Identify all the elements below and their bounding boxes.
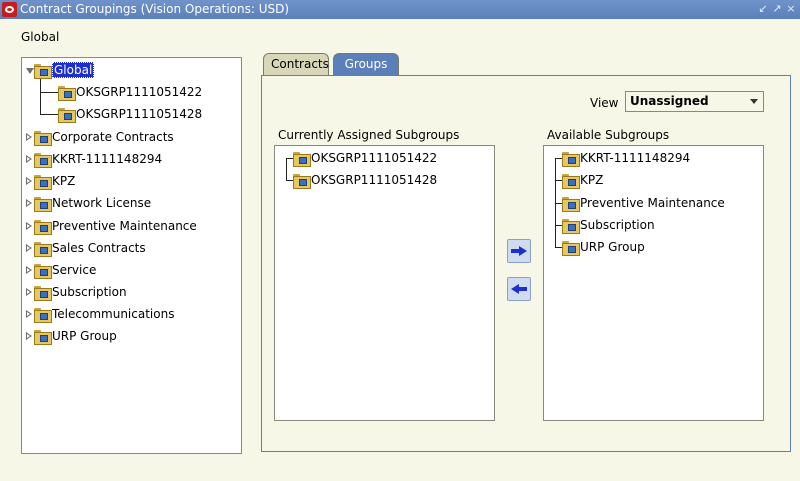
view-selected-value: Unassigned	[630, 94, 709, 108]
folder-group-icon	[58, 85, 76, 101]
tree-node[interactable]: Telecommunications	[26, 304, 174, 324]
oracle-app-icon	[2, 2, 17, 17]
tree-connector	[40, 77, 41, 114]
move-right-button[interactable]	[507, 239, 531, 263]
list-item-label: URP Group	[580, 240, 645, 254]
list-item-label: Preventive Maintenance	[580, 196, 725, 210]
window-title: Contract Groupings (Vision Operations: U…	[20, 2, 290, 16]
maximize-icon[interactable]: ↗	[771, 2, 783, 16]
list-item-label: OKSGRP1111051422	[311, 151, 438, 165]
folder-group-icon	[562, 218, 580, 234]
expand-arrow-icon[interactable]	[26, 331, 33, 341]
expand-arrow-icon[interactable]	[26, 287, 33, 297]
list-item[interactable]: Subscription	[562, 215, 655, 235]
list-item[interactable]: Preventive Maintenance	[562, 193, 725, 213]
tree-node-label: KPZ	[52, 174, 76, 188]
available-subgroups-label: Available Subgroups	[547, 128, 670, 142]
list-item-label: KPZ	[580, 173, 604, 187]
window-title-bar: Contract Groupings (Vision Operations: U…	[0, 0, 800, 19]
tree-node-child[interactable]: OKSGRP1111051428	[58, 104, 202, 124]
tree-node-label: Subscription	[52, 285, 127, 299]
folder-group-icon	[34, 263, 52, 279]
collapse-arrow-icon[interactable]	[26, 66, 34, 75]
tree-node[interactable]: Corporate Contracts	[26, 127, 174, 147]
list-item-label: Subscription	[580, 218, 655, 232]
folder-group-icon	[34, 130, 52, 146]
folder-group-icon	[293, 151, 311, 167]
breadcrumb: Global	[21, 30, 60, 44]
expand-arrow-icon[interactable]	[26, 309, 33, 319]
list-item-label: OKSGRP1111051428	[311, 173, 438, 187]
list-item[interactable]: KPZ	[562, 170, 603, 190]
move-left-button[interactable]	[507, 277, 531, 301]
tree-node[interactable]: KKRT-1111148294	[26, 149, 162, 169]
tree-node[interactable]: Sales Contracts	[26, 238, 146, 258]
tree-node[interactable]: Service	[26, 260, 96, 280]
tree-node[interactable]: Network License	[26, 193, 151, 213]
available-subgroups-list[interactable]: KKRT-1111148294 KPZ Preventive Maintenan…	[543, 145, 764, 421]
folder-group-icon	[34, 174, 52, 190]
list-item[interactable]: OKSGRP1111051422	[293, 148, 437, 168]
tree-node-global[interactable]: Global	[26, 60, 95, 80]
folder-group-icon	[562, 240, 580, 256]
folder-group-icon	[58, 107, 76, 123]
list-item-label: KKRT-1111148294	[580, 151, 691, 165]
folder-group-icon	[562, 196, 580, 212]
folder-group-icon	[562, 173, 580, 189]
expand-arrow-icon[interactable]	[26, 265, 33, 275]
assigned-subgroups-list[interactable]: OKSGRP1111051422 OKSGRP1111051428	[274, 145, 495, 421]
expand-arrow-icon[interactable]	[26, 176, 33, 186]
tree-node-label: Telecommunications	[52, 307, 175, 321]
folder-group-icon	[34, 285, 52, 301]
folder-group-icon	[293, 173, 311, 189]
close-icon[interactable]: ×	[785, 2, 797, 16]
minimize-icon[interactable]: ↙	[757, 2, 769, 16]
list-item[interactable]: OKSGRP1111051428	[293, 170, 437, 190]
tree-node-label: Sales Contracts	[52, 241, 146, 255]
expand-arrow-icon[interactable]	[26, 243, 33, 253]
folder-group-icon	[34, 152, 52, 168]
expand-arrow-icon[interactable]	[26, 154, 33, 164]
group-tree-panel[interactable]: Global OKSGRP1111051422 OKSGRP1111051428…	[21, 57, 242, 454]
expand-arrow-icon[interactable]	[26, 132, 33, 142]
folder-group-icon	[562, 151, 580, 167]
arrow-right-icon	[511, 246, 527, 256]
tree-node-label: Corporate Contracts	[52, 130, 174, 144]
tree-node[interactable]: URP Group	[26, 326, 117, 346]
view-select[interactable]: Unassigned	[625, 91, 764, 112]
folder-group-icon	[34, 241, 52, 257]
list-item[interactable]: KKRT-1111148294	[562, 148, 690, 168]
tree-connector	[40, 92, 58, 93]
tree-node-label: OKSGRP1111051422	[76, 85, 203, 99]
expand-arrow-icon[interactable]	[26, 221, 33, 231]
tree-node-label: KKRT-1111148294	[52, 152, 163, 166]
tab-contracts[interactable]: Contracts	[263, 53, 329, 75]
folder-group-icon	[34, 63, 52, 79]
expand-arrow-icon[interactable]	[26, 198, 33, 208]
tab-groups[interactable]: Groups	[333, 53, 399, 75]
list-item[interactable]: URP Group	[562, 237, 645, 257]
tree-node-label: Global	[52, 62, 95, 78]
tree-node[interactable]: Preventive Maintenance	[26, 216, 197, 236]
assigned-subgroups-label: Currently Assigned Subgroups	[278, 128, 460, 142]
arrow-left-icon	[511, 284, 527, 294]
tree-connector	[40, 114, 58, 115]
tree-connector	[286, 158, 287, 180]
chevron-down-icon	[750, 99, 758, 104]
folder-group-icon	[34, 329, 52, 345]
tree-node[interactable]: Subscription	[26, 282, 127, 302]
tree-node-label: Network License	[52, 196, 152, 210]
folder-group-icon	[34, 219, 52, 235]
tree-node-label: Preventive Maintenance	[52, 219, 197, 233]
tree-node[interactable]: KPZ	[26, 171, 75, 191]
tree-node-label: Service	[52, 263, 97, 277]
folder-group-icon	[34, 307, 52, 323]
tree-node-label: OKSGRP1111051428	[76, 107, 203, 121]
tree-node-label: URP Group	[52, 329, 117, 343]
folder-group-icon	[34, 196, 52, 212]
view-label: View	[590, 96, 619, 110]
tree-node-child[interactable]: OKSGRP1111051422	[58, 82, 202, 102]
